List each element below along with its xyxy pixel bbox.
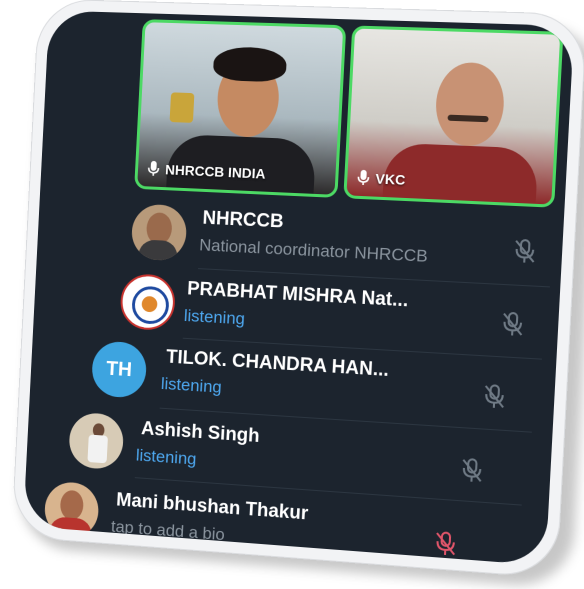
avatar: [131, 204, 188, 262]
participant-name: Ashish Singh: [141, 418, 261, 448]
phone-frame: NHRCCB INDIA VKC: [11, 0, 584, 579]
muted-microphone-icon[interactable]: [498, 309, 528, 339]
participant-status: listening: [183, 306, 245, 329]
avatar: [119, 273, 176, 331]
microphone-icon: [147, 161, 159, 177]
participant-bio: National coordinator NHRCCB: [199, 235, 428, 266]
participant-status: listening: [135, 446, 196, 470]
avatar-initials: TH: [91, 340, 148, 398]
video-tile-vkc[interactable]: VKC: [343, 25, 563, 207]
voice-chat-screen: NHRCCB INDIA VKC: [23, 10, 574, 565]
video-label: VKC: [357, 170, 406, 188]
muted-microphone-icon[interactable]: [510, 236, 540, 266]
muted-microphone-icon-red[interactable]: [431, 529, 461, 559]
participant-list: NHRCCB National coordinator NHRCCB PRABH…: [23, 192, 564, 565]
participant-status: listening: [160, 374, 222, 398]
avatar: [68, 412, 124, 471]
muted-microphone-icon[interactable]: [479, 382, 509, 412]
participant-name: NHRCCB: [202, 208, 284, 234]
video-tile-nhrccb-india[interactable]: NHRCCB INDIA: [134, 19, 346, 198]
muted-microphone-icon[interactable]: [457, 455, 487, 485]
video-name: VKC: [375, 170, 406, 187]
microphone-icon: [357, 170, 370, 187]
video-grid: NHRCCB INDIA VKC: [134, 19, 563, 208]
